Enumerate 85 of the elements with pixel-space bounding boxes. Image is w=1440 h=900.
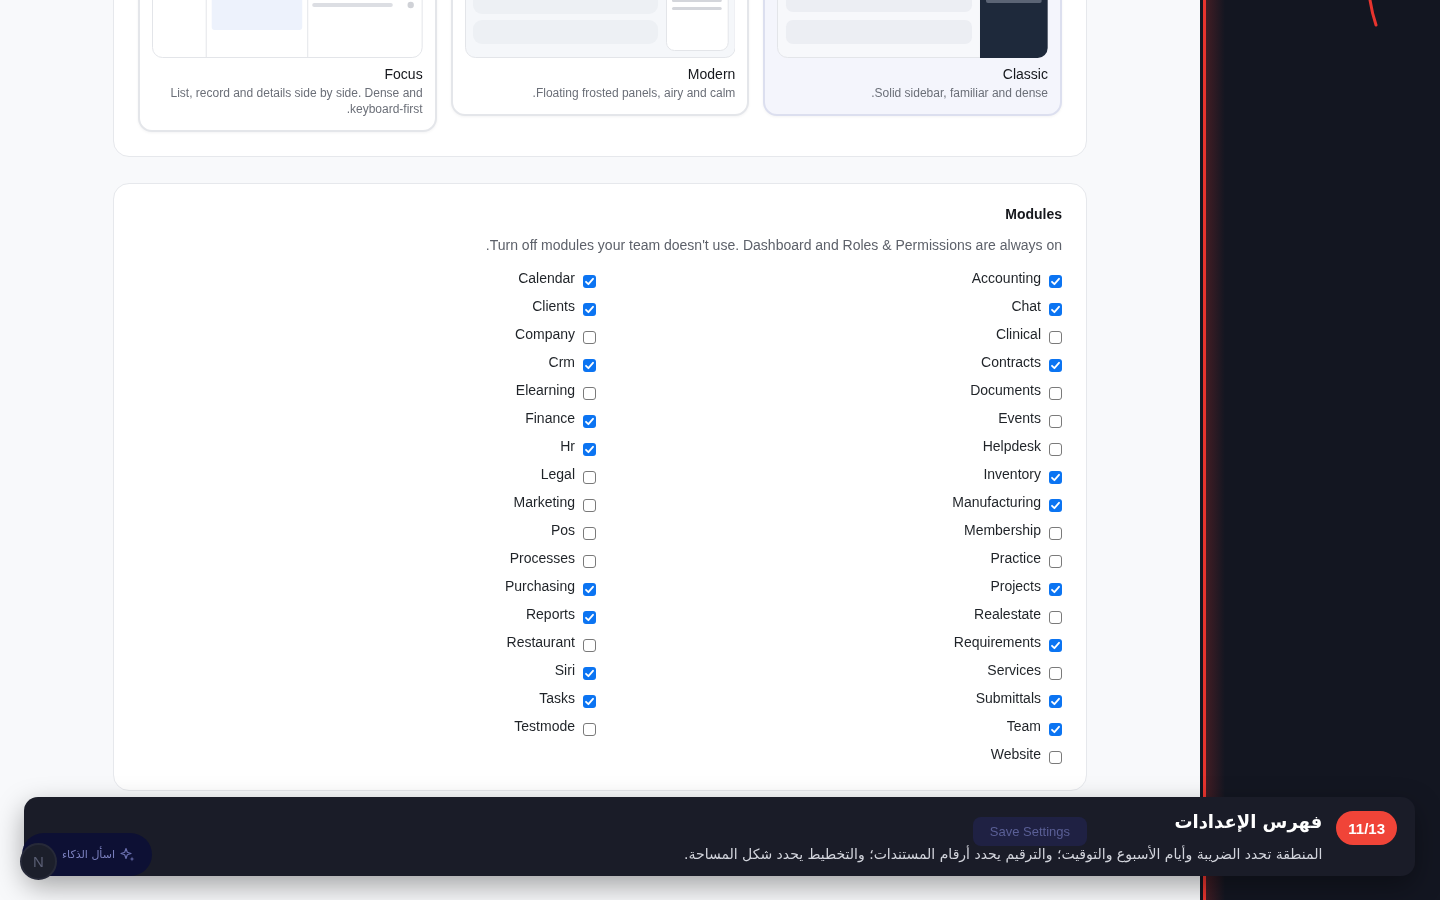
module-checkbox[interactable]: [583, 358, 596, 372]
module-label: Restaurant: [506, 634, 575, 650]
step-badge: 11/13: [1336, 811, 1397, 845]
module-label: Inventory: [983, 466, 1041, 482]
section-title: Modules: [1004, 206, 1062, 223]
module-label: Finance: [525, 410, 575, 426]
module-label: Membership: [963, 522, 1041, 538]
module-checkbox[interactable]: [1049, 610, 1062, 624]
module-checkbox[interactable]: [1049, 274, 1062, 288]
layout-description: .Floating frosted panels, airy and calm: [531, 85, 736, 101]
module-label: Purchasing: [504, 578, 575, 594]
module-checkbox[interactable]: [1049, 694, 1062, 708]
module-label: Projects: [990, 578, 1041, 594]
layout-description: .Solid sidebar, familiar and dense: [870, 85, 1048, 101]
module-label: Accounting: [971, 270, 1041, 286]
tour-description: المنطقة تحدد الضريبة وأيام الأسبوع والتوقيت؛ والترقيم يحدد أرقام المستندات؛ والتخطيط يحدد شكل المساحة.: [684, 846, 1323, 862]
module-checkbox[interactable]: [583, 638, 596, 652]
module-checkbox[interactable]: [583, 386, 596, 400]
module-label: Crm: [548, 354, 575, 370]
module-label: Services: [987, 662, 1041, 678]
layout-option-card[interactable]: Focus List, record and details side by side. Dense and .keyboard-first: [138, 0, 437, 132]
module-checkbox[interactable]: [583, 414, 596, 428]
module-checkbox[interactable]: [1049, 722, 1062, 736]
layout-title: Modern: [686, 66, 736, 83]
module-label: Requirements: [953, 634, 1041, 650]
module-label: Legal: [540, 466, 575, 482]
module-label: Submittals: [975, 690, 1041, 706]
module-label: Company: [515, 326, 575, 342]
module-checkbox[interactable]: [1049, 442, 1062, 456]
module-checkbox[interactable]: [1049, 330, 1062, 344]
module-checkbox[interactable]: [583, 274, 596, 288]
module-label: Marketing: [513, 494, 575, 510]
module-checkbox[interactable]: [1049, 554, 1062, 568]
module-label: Events: [998, 410, 1041, 426]
module-label: Manufacturing: [952, 494, 1041, 510]
module-label: Testmode: [514, 718, 575, 734]
section-description: .Turn off modules your team doesn't use. Dashboard and Roles & Permissions are always on: [484, 237, 1062, 254]
module-label: Helpdesk: [982, 438, 1041, 454]
module-label: Elearning: [515, 382, 575, 398]
module-label: Clinical: [995, 326, 1041, 342]
layout-title: Classic: [1001, 66, 1048, 83]
module-checkbox[interactable]: [583, 666, 596, 680]
module-checkbox[interactable]: [583, 526, 596, 540]
module-checkbox[interactable]: [1049, 302, 1062, 316]
module-label: Contracts: [981, 354, 1041, 370]
module-checkbox[interactable]: [583, 722, 596, 736]
module-label: Calendar: [518, 270, 575, 286]
module-checkbox[interactable]: [583, 582, 596, 596]
sparkle-icon: [120, 847, 135, 862]
module-label: Documents: [970, 382, 1041, 398]
module-checkbox[interactable]: [1049, 638, 1062, 652]
layout-option-card[interactable]: Classic .Solid sidebar, familiar and dense: [763, 0, 1062, 116]
module-label: Processes: [509, 550, 575, 566]
module-checkbox[interactable]: [1049, 414, 1062, 428]
layout-title: Focus: [383, 66, 423, 83]
module-checkbox[interactable]: [1049, 582, 1062, 596]
module-checkbox[interactable]: [583, 442, 596, 456]
module-checkbox[interactable]: [583, 694, 596, 708]
module-label: Clients: [532, 298, 575, 314]
module-label: Realestate: [974, 606, 1041, 622]
module-checkbox[interactable]: [1049, 666, 1062, 680]
module-checkbox[interactable]: [1049, 750, 1062, 764]
module-checkbox[interactable]: [583, 498, 596, 512]
module-checkbox[interactable]: [1049, 358, 1062, 372]
module-label: Team: [1006, 718, 1041, 734]
module-checkbox[interactable]: [1049, 498, 1062, 512]
tour-title: فهرس الإعدادات: [1174, 811, 1323, 833]
module-label: Hr: [560, 438, 575, 454]
module-checkbox[interactable]: [1049, 526, 1062, 540]
module-label: Reports: [525, 606, 575, 622]
module-label: Website: [990, 746, 1041, 762]
module-label: Pos: [550, 522, 575, 538]
module-label: Practice: [990, 550, 1041, 566]
module-label: Siri: [554, 662, 575, 678]
module-label: Tasks: [539, 690, 575, 706]
module-checkbox[interactable]: [583, 610, 596, 624]
module-checkbox[interactable]: [1049, 386, 1062, 400]
layout-description: List, record and details side by side. Dense and .keyboard-first: [169, 85, 423, 117]
module-checkbox[interactable]: [583, 330, 596, 344]
module-label: Chat: [1011, 298, 1041, 314]
module-checkbox[interactable]: [1049, 470, 1062, 484]
layout-option-card[interactable]: Modern .Floating frosted panels, airy and calm: [450, 0, 750, 116]
module-checkbox[interactable]: [583, 302, 596, 316]
module-checkbox[interactable]: [583, 554, 596, 568]
module-checkbox[interactable]: [583, 470, 596, 484]
